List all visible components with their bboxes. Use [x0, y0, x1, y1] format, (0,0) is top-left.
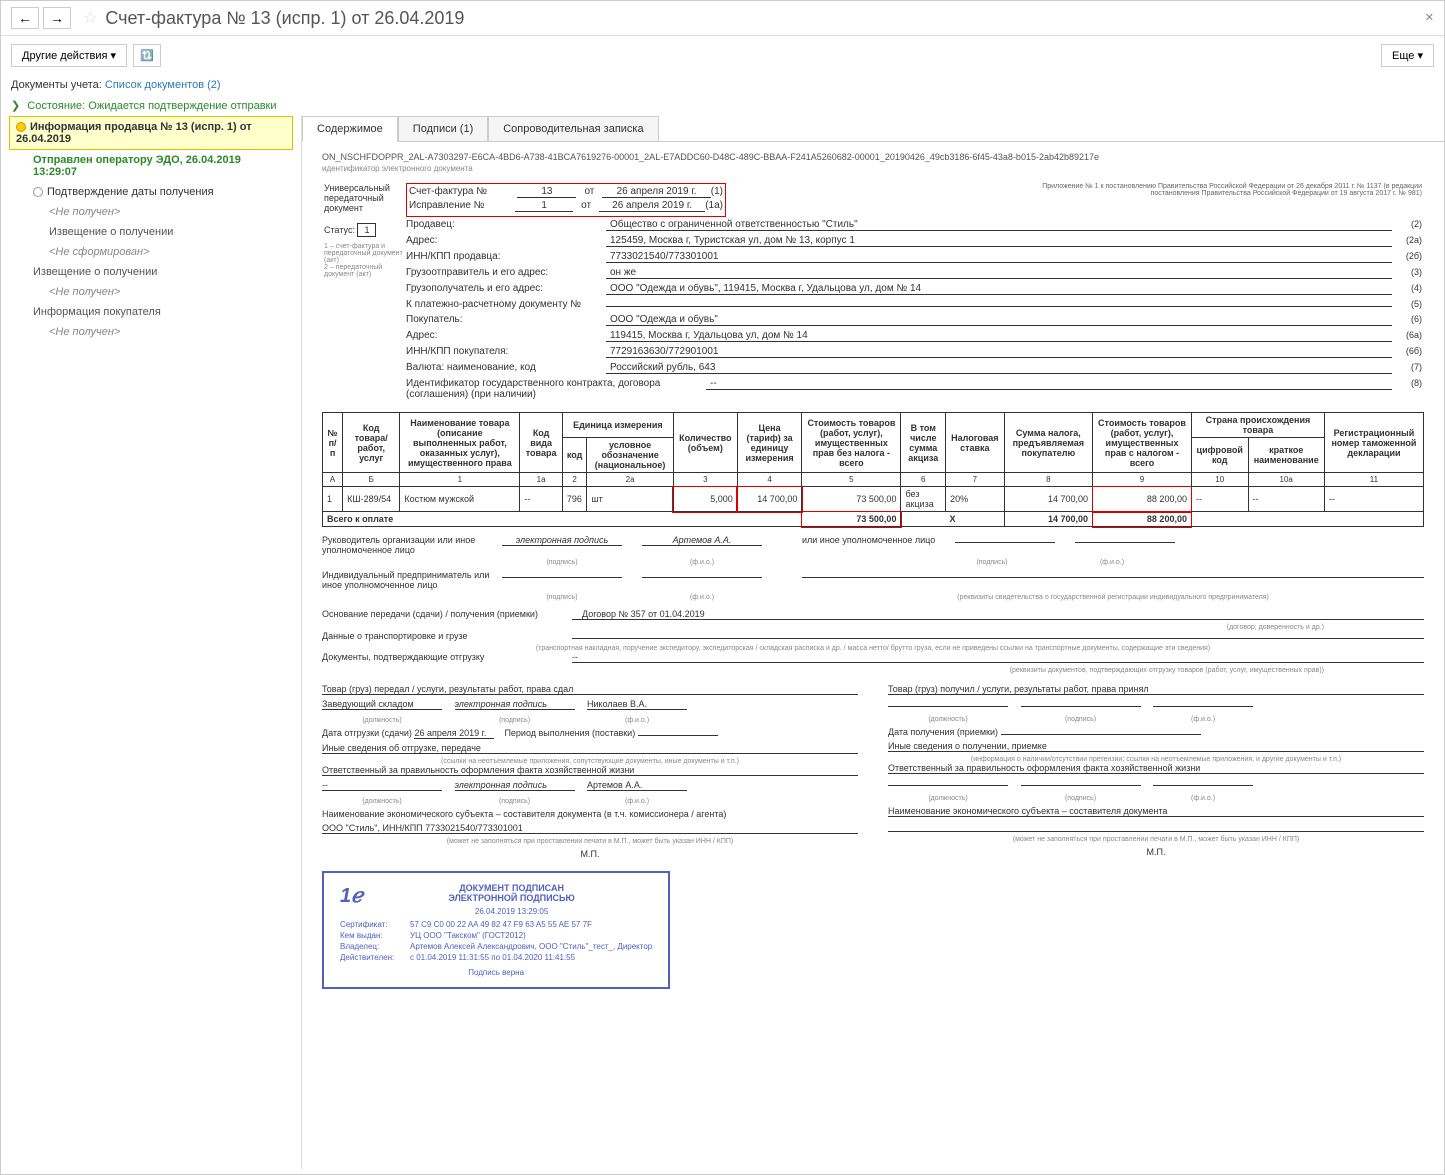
tree-confirm-date[interactable]: Подтверждение даты получения	[9, 182, 293, 202]
close-icon[interactable]: ✕	[1425, 11, 1434, 24]
doc-id-sub: идентификатор электронного документа	[322, 164, 1424, 173]
tab-signatures[interactable]: Подписи (1)	[398, 116, 488, 141]
signature-stamp: 1ℯ ДОКУМЕНТ ПОДПИСАНЭЛЕКТРОННОЙ ПОДПИСЬЮ…	[322, 871, 670, 989]
status-box: 1	[357, 223, 376, 237]
tree-seller-info[interactable]: Информация продавца № 13 (испр. 1) от 26…	[9, 116, 293, 150]
tab-note[interactable]: Сопроводительная записка	[488, 116, 658, 141]
status-label: Состояние:	[27, 100, 85, 112]
refresh-button[interactable]: 🔃	[133, 44, 161, 67]
tree-not-received-3: <Не получен>	[9, 322, 293, 342]
docs-label: Документы учета:	[11, 79, 102, 91]
tree-not-received: <Не получен>	[9, 202, 293, 222]
upd-label: Универсальный передаточный документ	[324, 183, 404, 213]
other-actions-button[interactable]: Другие действия ▾	[11, 44, 127, 67]
invoice-table: № п/п Код товара/ работ, услуг Наименова…	[322, 412, 1424, 527]
back-button[interactable]: ←	[11, 7, 39, 29]
tree-receipt-notice-2[interactable]: Извещение о получении	[9, 262, 293, 282]
window-title: Счет-фактура № 13 (испр. 1) от 26.04.201…	[105, 8, 464, 29]
docs-link[interactable]: Список документов (2)	[105, 79, 221, 91]
status-dot-icon	[16, 122, 26, 132]
tree-not-formed: <Не сформирован>	[9, 242, 293, 262]
more-button[interactable]: Еще ▾	[1381, 44, 1434, 67]
favorite-icon[interactable]: ☆	[83, 8, 97, 28]
doc-id: ON_NSCHFDOPPR_2AL-A7303297-E6CA-4BD6-A73…	[322, 152, 1424, 162]
tree-receipt-notice[interactable]: Извещение о получении	[9, 222, 293, 242]
appendix-note: Приложение № 1 к постановлению Правитель…	[1022, 183, 1422, 197]
logo-1c-icon: 1ℯ	[340, 883, 363, 908]
tree-not-received-2: <Не получен>	[9, 282, 293, 302]
chevron-icon: ❯	[11, 100, 20, 112]
tree-sent-operator[interactable]: Отправлен оператору ЭДО, 26.04.2019 13:2…	[9, 150, 293, 182]
forward-button[interactable]: →	[43, 7, 71, 29]
status-value: Ожидается подтверждение отправки	[88, 100, 276, 112]
tab-content[interactable]: Содержимое	[302, 116, 398, 142]
status-dot-icon	[33, 187, 43, 197]
tree-buyer-info[interactable]: Информация покупателя	[9, 302, 293, 322]
